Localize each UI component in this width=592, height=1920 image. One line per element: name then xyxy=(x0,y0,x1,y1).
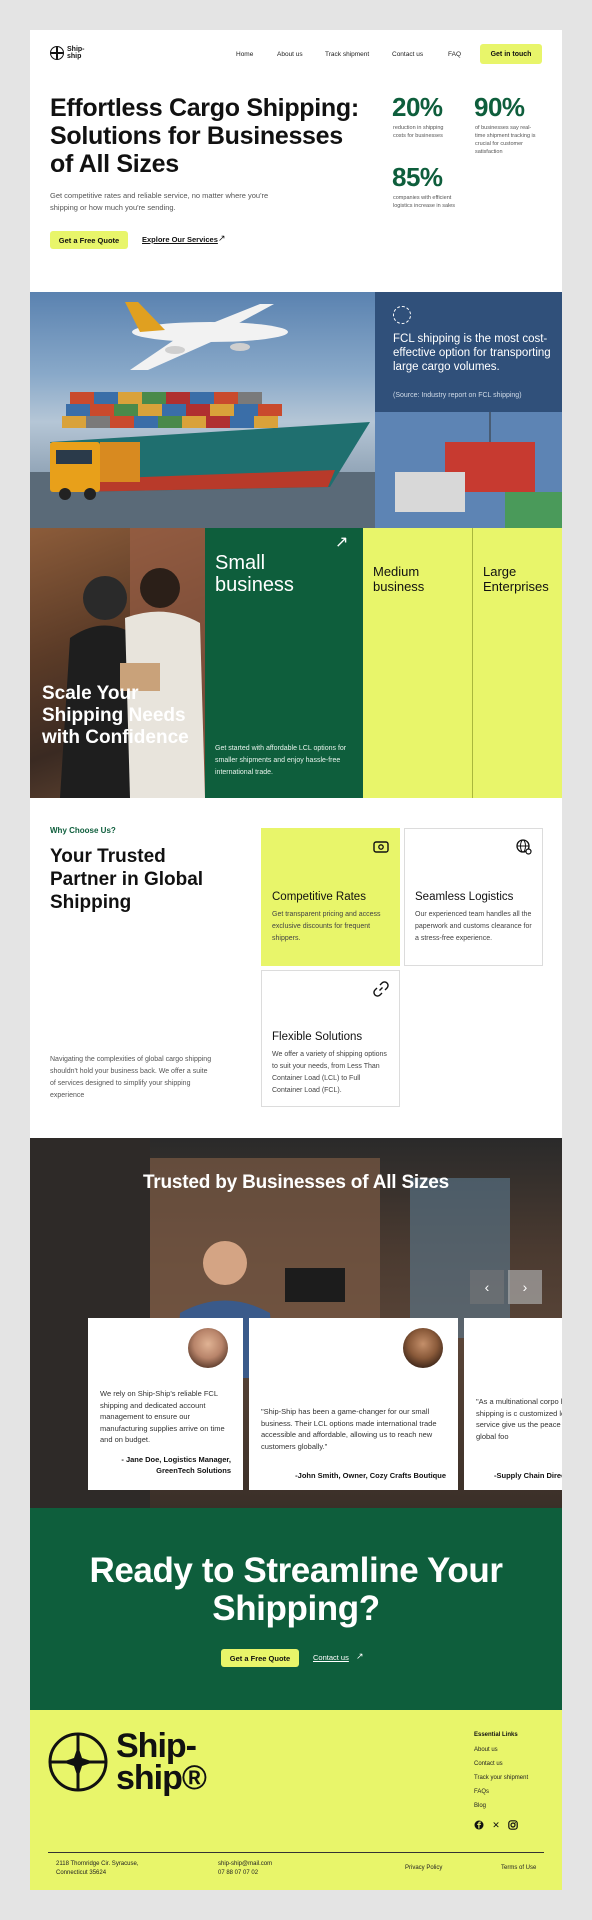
footer-email[interactable]: ship-ship@mail.com xyxy=(218,1860,272,1869)
footer-link-blog[interactable]: Blog xyxy=(474,1803,486,1809)
workers-photo: Scale Your Shipping Needs with Confidenc… xyxy=(30,528,205,798)
fcl-text: FCL shipping is the most cost-effective … xyxy=(393,333,551,373)
testimonial-author: -John Smith, Owner, Cozy Crafts Boutique xyxy=(295,1471,446,1480)
testimonial-card: "As a multinational corpo high-volume sh… xyxy=(464,1318,562,1490)
nav-about[interactable]: About us xyxy=(277,51,303,58)
medium-business-title: Medium business xyxy=(373,564,425,594)
footer-link-track[interactable]: Track your shipment xyxy=(474,1775,528,1781)
nav-faq[interactable]: FAQ xyxy=(448,51,461,58)
small-business-card[interactable]: ↗ Small business Get started with afford… xyxy=(205,528,363,798)
testimonial-card: We rely on Ship-Ship's reliable FCL ship… xyxy=(88,1318,243,1490)
fcl-info-panel: FCL shipping is the most cost-effective … xyxy=(375,292,562,412)
footer: Ship-ship® Essential Links About us Cont… xyxy=(30,1710,562,1890)
stat-desc: companies with efficient logistics incre… xyxy=(393,195,456,209)
hero-subtitle: Get competitive rates and reliable servi… xyxy=(50,191,269,212)
nav-home[interactable]: Home xyxy=(236,51,253,58)
flexible-solutions-card: Flexible Solutions We offer a variety of… xyxy=(261,970,400,1107)
card-desc: We offer a variety of shipping options t… xyxy=(272,1051,387,1094)
workers-illustration xyxy=(60,528,205,798)
stat-value: 90% xyxy=(474,92,525,122)
cta-title: Ready to Streamline Your Shipping? xyxy=(89,1551,503,1628)
terms-of-use-link[interactable]: Terms of Use xyxy=(501,1864,536,1873)
globe-logo-icon xyxy=(48,1732,108,1792)
stat-desc: of businesses say real-time shipment tra… xyxy=(475,125,536,155)
testimonials-section: Trusted by Businesses of All Sizes ‹ › W… xyxy=(30,1138,562,1508)
stat-desc: reduction in shipping costs for business… xyxy=(393,125,444,139)
globe-logo-icon xyxy=(50,46,64,60)
contact-us-link[interactable]: Contact us xyxy=(313,1653,349,1662)
cargo-ship-illustration xyxy=(30,302,375,528)
avatar xyxy=(403,1328,443,1368)
nav-track[interactable]: Track shipment xyxy=(325,51,369,58)
instagram-icon[interactable] xyxy=(508,1820,518,1830)
top-nav: Ship-ship Home About us Track shipment C… xyxy=(30,30,562,82)
free-quote-button[interactable]: Get a Free Quote xyxy=(221,1649,299,1667)
stat-value: 85% xyxy=(392,162,443,192)
target-icon xyxy=(393,306,411,324)
privacy-policy-link[interactable]: Privacy Policy xyxy=(405,1864,442,1873)
explore-services-link[interactable]: Explore Our Services xyxy=(142,235,218,244)
logo-text: Ship-ship xyxy=(67,46,85,60)
card-desc: Get transparent pricing and access exclu… xyxy=(272,911,381,942)
facebook-icon[interactable] xyxy=(474,1820,484,1830)
logo[interactable]: Ship-ship xyxy=(50,46,97,60)
footer-logo-text: Ship-ship® xyxy=(116,1727,207,1797)
small-business-title: Small business xyxy=(215,552,294,596)
footer-divider xyxy=(48,1852,544,1853)
cta-section: Ready to Streamline Your Shipping? Get a… xyxy=(30,1508,562,1710)
chevron-left-icon: ‹ xyxy=(484,1279,490,1295)
card-desc: Our experienced team handles all the pap… xyxy=(415,911,532,942)
arrow-up-right-icon: ↗ xyxy=(356,1651,364,1661)
avatar xyxy=(188,1328,228,1368)
footer-link-faqs[interactable]: FAQs xyxy=(474,1789,489,1795)
testimonial-author: -Supply Chain Direc xyxy=(494,1471,562,1480)
testimonial-quote: We rely on Ship-Ship's reliable FCL ship… xyxy=(100,1389,225,1444)
x-twitter-icon[interactable]: ✕ xyxy=(491,1820,501,1830)
free-quote-button[interactable]: Get a Free Quote xyxy=(50,231,128,249)
cargo-ship-photo xyxy=(30,292,375,528)
stat-value: 20% xyxy=(392,92,443,122)
globe-gear-icon xyxy=(516,839,532,855)
segments-band: Scale Your Shipping Needs with Confidenc… xyxy=(30,528,562,798)
nav-contact[interactable]: Contact us xyxy=(392,51,423,58)
small-business-desc: Get started with affordable LCL options … xyxy=(215,745,347,776)
money-icon xyxy=(373,841,389,853)
chevron-right-icon: › xyxy=(522,1279,528,1295)
page: Ship-ship Home About us Track shipment C… xyxy=(30,30,562,1890)
arrow-up-right-icon: ↗ xyxy=(335,534,349,551)
container-crane-photo: FCL shipping is the most cost-effective … xyxy=(375,292,562,528)
footer-phone[interactable]: 07 88 07 07 02 xyxy=(218,1869,258,1878)
arrow-up-right-icon: ↗ xyxy=(218,233,226,243)
get-in-touch-button[interactable]: Get in touch xyxy=(480,44,542,64)
medium-business-card[interactable]: Medium business xyxy=(363,528,473,798)
footer-address: 2118 Thornridge Cir. Syracuse, Connectic… xyxy=(56,1861,139,1876)
segments-photo-title: Scale Your Shipping Needs with Confidenc… xyxy=(42,683,189,748)
why-desc: Navigating the complexities of global ca… xyxy=(50,1056,212,1099)
essential-links-title: Essential Links xyxy=(474,1732,518,1738)
testimonial-quote: "As a multinational corpo high-volume sh… xyxy=(476,1397,562,1441)
footer-link-about[interactable]: About us xyxy=(474,1747,498,1753)
seamless-logistics-card: Seamless Logistics Our experienced team … xyxy=(404,828,543,966)
next-arrow-button[interactable]: › xyxy=(508,1270,542,1304)
card-title: Flexible Solutions xyxy=(272,1031,363,1043)
testimonials-title: Trusted by Businesses of All Sizes xyxy=(142,1172,450,1193)
fcl-source: (Source: Industry report on FCL shipping… xyxy=(393,392,522,399)
card-title: Competitive Rates xyxy=(272,891,366,903)
competitive-rates-card: Competitive Rates Get transparent pricin… xyxy=(261,828,400,966)
why-title: Your Trusted Partner in Global Shipping xyxy=(50,846,204,913)
prev-arrow-button[interactable]: ‹ xyxy=(470,1270,504,1304)
link-icon xyxy=(373,981,389,997)
hero-title: Effortless Cargo Shipping: Solutions for… xyxy=(50,94,359,178)
large-enterprises-card[interactable]: Large Enterprises xyxy=(473,528,562,798)
testimonial-card: "Ship-Ship has been a game-changer for o… xyxy=(249,1318,458,1490)
testimonial-author: - Jane Doe, Logistics Manager, GreenTech… xyxy=(121,1455,231,1475)
hero-photo-band: FCL shipping is the most cost-effective … xyxy=(30,292,562,528)
large-enterprises-title: Large Enterprises xyxy=(483,564,549,594)
why-kicker: Why Choose Us? xyxy=(50,826,116,835)
card-title: Seamless Logistics xyxy=(415,891,514,903)
footer-logo[interactable]: Ship-ship® xyxy=(48,1727,207,1797)
footer-link-contact[interactable]: Contact us xyxy=(474,1761,503,1767)
testimonial-quote: "Ship-Ship has been a game-changer for o… xyxy=(261,1407,437,1451)
